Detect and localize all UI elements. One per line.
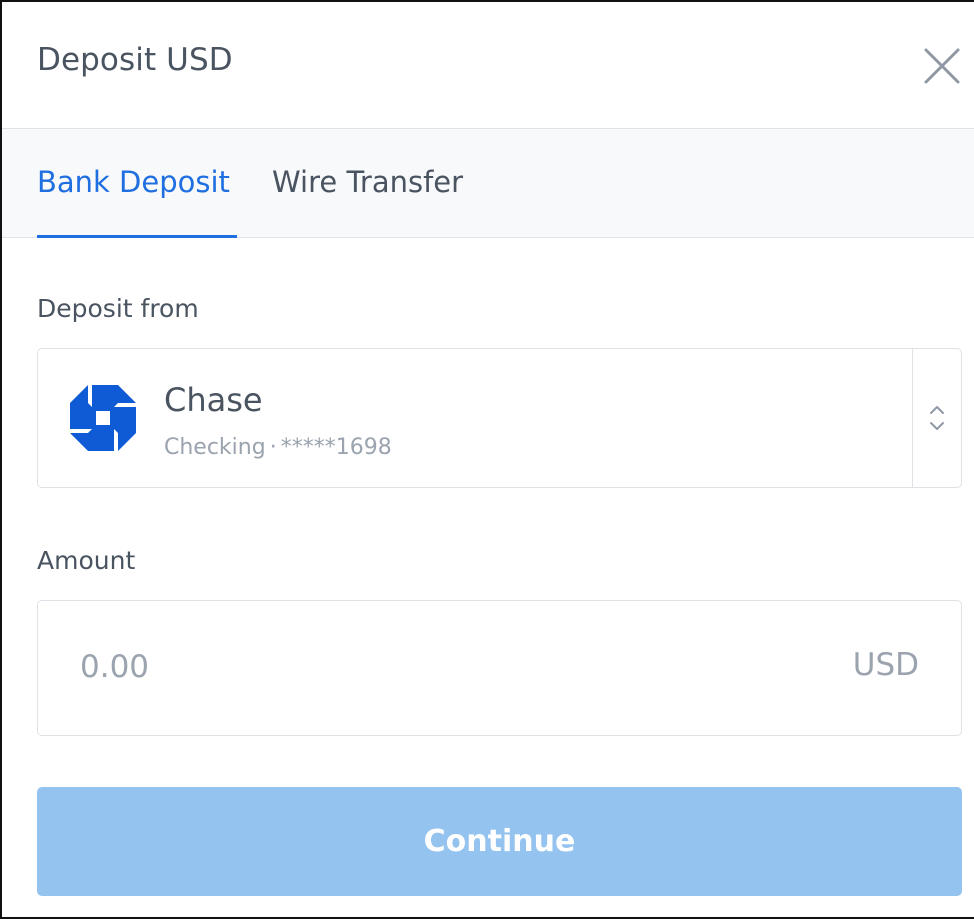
account-detail: Checking · *****1698 bbox=[164, 435, 392, 460]
account-number: *****1698 bbox=[280, 435, 392, 460]
chase-logo-icon bbox=[70, 385, 136, 451]
close-button[interactable] bbox=[922, 46, 962, 86]
tab-wire-transfer[interactable]: Wire Transfer bbox=[272, 165, 463, 199]
amount-label: Amount bbox=[37, 546, 136, 575]
bank-name: Chase bbox=[164, 381, 263, 419]
amount-field: USD bbox=[37, 600, 962, 736]
continue-button[interactable]: Continue bbox=[37, 787, 962, 896]
chevron-up-down-icon bbox=[930, 406, 944, 430]
amount-input[interactable] bbox=[80, 641, 780, 693]
modal-title: Deposit USD bbox=[37, 42, 233, 78]
active-tab-indicator bbox=[37, 235, 237, 238]
account-select[interactable]: Chase Checking · *****1698 bbox=[37, 348, 962, 488]
detail-separator: · bbox=[269, 435, 277, 460]
tab-bar: Bank Deposit Wire Transfer bbox=[2, 129, 974, 238]
deposit-from-label: Deposit from bbox=[37, 294, 199, 323]
account-type: Checking bbox=[164, 435, 266, 460]
tab-bank-deposit[interactable]: Bank Deposit bbox=[37, 165, 230, 199]
account-select-stepper[interactable] bbox=[912, 349, 961, 487]
close-icon bbox=[924, 48, 960, 84]
amount-currency: USD bbox=[852, 647, 919, 683]
deposit-modal: Deposit USD Bank Deposit Wire Transfer D… bbox=[0, 0, 974, 919]
modal-header: Deposit USD bbox=[2, 2, 974, 129]
